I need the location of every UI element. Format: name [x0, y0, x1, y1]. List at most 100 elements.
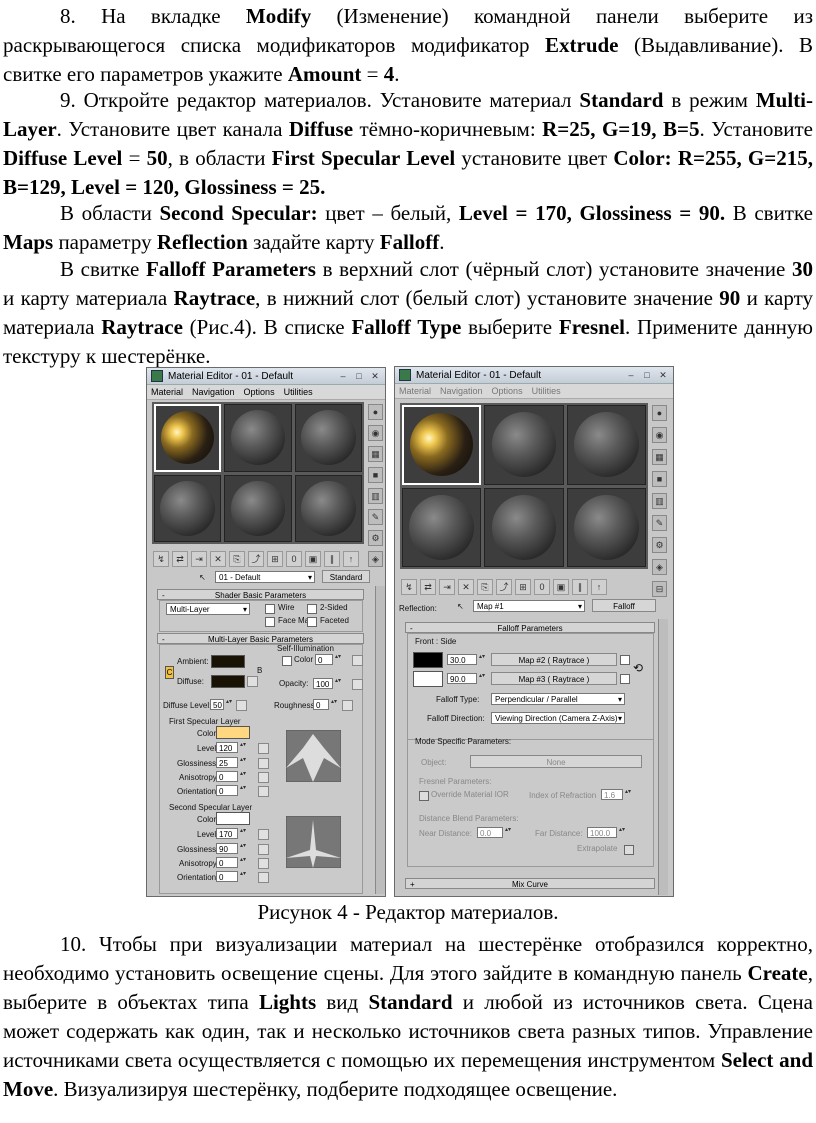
front-map-button[interactable]: Map #2 ( Raytrace )	[491, 653, 617, 666]
options-icon[interactable]: ⚙	[652, 537, 667, 553]
second-gloss-map-button[interactable]	[258, 844, 269, 855]
first-aniso-map-button[interactable]	[258, 772, 269, 783]
uv-tiling-icon[interactable]: ■	[368, 467, 383, 483]
spinner-icon[interactable]: ▴▾	[240, 785, 246, 797]
second-orientation-field[interactable]: 0	[216, 871, 238, 882]
assign-material-icon[interactable]: ⇥	[191, 551, 207, 567]
self-illum-color-checkbox[interactable]	[282, 656, 292, 666]
material-name-field[interactable]: 01 - Default	[215, 571, 315, 584]
side-white-slot[interactable]	[413, 671, 443, 687]
spinner-icon[interactable]: ▴▾	[240, 828, 246, 840]
sample-slot[interactable]	[402, 487, 482, 567]
spinner-icon[interactable]: ▴▾	[625, 789, 631, 801]
pick-material-icon[interactable]: ↖	[199, 573, 206, 582]
spinner-icon[interactable]: ▴▾	[479, 673, 485, 685]
sample-slot[interactable]	[154, 474, 222, 542]
sample-slot[interactable]	[294, 474, 362, 542]
front-map-enable-checkbox[interactable]	[620, 655, 630, 665]
side-map-button[interactable]: Map #3 ( Raytrace )	[491, 672, 617, 685]
faceted-checkbox[interactable]	[307, 617, 317, 627]
video-color-check-icon[interactable]: ▥	[652, 493, 667, 509]
sample-type-icon[interactable]: ●	[368, 404, 383, 420]
second-level-map-button[interactable]	[258, 829, 269, 840]
first-anisotropy-field[interactable]: 0	[216, 771, 238, 782]
second-specular-color-swatch[interactable]	[216, 812, 250, 825]
first-level-field[interactable]: 120	[216, 742, 238, 753]
first-level-map-button[interactable]	[258, 743, 269, 754]
show-map-icon[interactable]: ▣	[553, 579, 569, 595]
uv-tiling-icon[interactable]: ■	[652, 471, 667, 487]
show-end-result-icon[interactable]: ∥	[324, 551, 340, 567]
face-map-checkbox[interactable]	[265, 617, 275, 627]
diffuse-map-button[interactable]	[247, 676, 258, 687]
lock-diffuse-specular-label[interactable]: B	[257, 666, 262, 675]
backlight-icon[interactable]: ◉	[368, 425, 383, 441]
close-icon[interactable]: ✕	[368, 370, 382, 382]
sample-slot[interactable]	[402, 405, 482, 485]
second-level-field[interactable]: 170	[216, 828, 238, 839]
make-preview-icon[interactable]: ✎	[368, 509, 383, 525]
diffuse-level-field[interactable]: 50	[210, 699, 224, 710]
put-to-library-icon[interactable]: ⊞	[267, 551, 283, 567]
go-to-parent-icon[interactable]: ↑	[591, 579, 607, 595]
copy-material-icon[interactable]: ⎘	[477, 579, 493, 595]
sample-slot[interactable]	[154, 404, 222, 472]
opacity-map-button[interactable]	[352, 679, 363, 690]
mix-curve-header[interactable]: + Mix Curve	[405, 878, 655, 889]
menu-navigation[interactable]: Navigation	[440, 386, 483, 396]
second-orient-map-button[interactable]	[258, 872, 269, 883]
shader-dropdown[interactable]: Multi-Layer	[166, 603, 250, 616]
override-ior-checkbox[interactable]	[419, 791, 429, 801]
minimize-icon[interactable]: –	[336, 370, 350, 382]
show-end-result-icon[interactable]: ∥	[572, 579, 588, 595]
go-to-parent-icon[interactable]: ↑	[343, 551, 359, 567]
reset-map-icon[interactable]: ✕	[458, 579, 474, 595]
extrapolate-checkbox[interactable]	[624, 845, 634, 855]
pick-map-icon[interactable]: ↖	[457, 602, 464, 611]
put-to-library-icon[interactable]: ⊞	[515, 579, 531, 595]
sample-slot[interactable]	[566, 487, 646, 567]
maximize-icon[interactable]: □	[640, 369, 654, 381]
map-name-field[interactable]: Map #1	[473, 600, 585, 613]
map-type-button[interactable]: Falloff	[592, 599, 656, 612]
spinner-icon[interactable]: ▴▾	[240, 757, 246, 769]
side-map-enable-checkbox[interactable]	[620, 674, 630, 684]
two-sided-checkbox[interactable]	[307, 604, 317, 614]
spinner-icon[interactable]: ▴▾	[240, 742, 246, 754]
spinner-icon[interactable]: ▴▾	[479, 654, 485, 666]
background-icon[interactable]: ▦	[652, 449, 667, 465]
swap-colors-icon[interactable]: ⟲	[633, 661, 643, 675]
minimize-icon[interactable]: –	[624, 369, 638, 381]
menu-options[interactable]: Options	[492, 386, 523, 396]
assign-material-icon[interactable]: ⇥	[439, 579, 455, 595]
sample-slot[interactable]	[224, 404, 292, 472]
get-material-icon[interactable]: ↯	[153, 551, 169, 567]
diffuse-level-map-button[interactable]	[236, 700, 247, 711]
options-icon[interactable]: ⚙	[368, 530, 383, 546]
far-distance-field[interactable]: 100.0	[587, 827, 617, 838]
backlight-icon[interactable]: ◉	[652, 427, 667, 443]
multi-layer-header[interactable]: - Multi-Layer Basic Parameters	[157, 633, 364, 644]
menu-material[interactable]: Material	[399, 386, 431, 396]
right-scrollbar[interactable]	[658, 619, 668, 895]
spinner-icon[interactable]: ▴▾	[240, 871, 246, 883]
put-to-scene-icon[interactable]: ⇄	[172, 551, 188, 567]
spinner-icon[interactable]: ▴▾	[619, 827, 625, 839]
falloff-direction-dropdown[interactable]: Viewing Direction (Camera Z-Axis)	[491, 712, 625, 725]
select-by-material-icon[interactable]: ◈	[368, 551, 383, 567]
first-orient-map-button[interactable]	[258, 786, 269, 797]
spinner-icon[interactable]: ▴▾	[331, 699, 337, 711]
spinner-icon[interactable]: ▴▾	[335, 678, 341, 690]
menu-utilities[interactable]: Utilities	[284, 387, 313, 397]
shader-basic-header[interactable]: - Shader Basic Parameters	[157, 589, 364, 600]
roughness-field[interactable]: 0	[313, 699, 329, 710]
sample-slot[interactable]	[566, 405, 646, 485]
first-glossiness-field[interactable]: 25	[216, 757, 238, 768]
ambient-swatch[interactable]	[211, 655, 245, 668]
object-pick-button[interactable]: None	[470, 755, 642, 768]
falloff-parameters-header[interactable]: - Falloff Parameters	[405, 622, 655, 633]
material-id-icon[interactable]: 0	[286, 551, 302, 567]
make-unique-icon[interactable]: ⤴	[248, 551, 264, 567]
spinner-icon[interactable]: ▴▾	[505, 827, 511, 839]
lock-ambient-diffuse-button[interactable]: C	[165, 666, 174, 679]
